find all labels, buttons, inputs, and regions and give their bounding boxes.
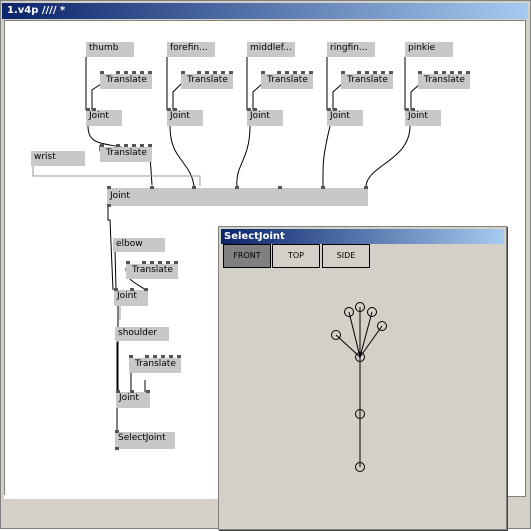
node-label: Joint xyxy=(170,111,190,121)
joint-node-forefinger[interactable]: Joint xyxy=(167,110,203,126)
iobox-shoulder[interactable]: shoulder xyxy=(115,327,169,341)
node-label: Joint xyxy=(119,393,139,403)
iobox-label: pinkie xyxy=(408,43,436,53)
translate-node-middlefinger[interactable]: Translate xyxy=(261,74,313,89)
iobox-elbow[interactable]: elbow xyxy=(113,238,165,252)
node-label: Translate xyxy=(106,75,147,85)
translate-node-shoulder[interactable]: Translate xyxy=(129,358,181,373)
iobox-middlefinger[interactable]: middlef... xyxy=(247,42,295,57)
iobox-label: thumb xyxy=(89,43,119,53)
selectjoint-node[interactable]: SelectJoint xyxy=(115,432,175,449)
iobox-label: ringfin... xyxy=(330,43,368,53)
node-label: Joint xyxy=(89,111,109,121)
joint-node-thumb[interactable]: Joint xyxy=(86,110,122,126)
node-label: Translate xyxy=(187,75,228,85)
iobox-forefinger[interactable]: forefin... xyxy=(167,42,215,57)
iobox-label: wrist xyxy=(34,152,56,162)
translate-node-thumb[interactable]: Translate xyxy=(100,74,152,89)
iobox-wrist[interactable]: wrist xyxy=(31,151,85,166)
joint-node-middlefinger[interactable]: Joint xyxy=(247,110,283,126)
node-label: Joint xyxy=(110,191,130,201)
iobox-pinkie[interactable]: pinkie xyxy=(405,42,453,57)
translate-node-elbow[interactable]: Translate xyxy=(126,264,178,279)
iobox-label: shoulder xyxy=(118,328,158,338)
translate-node-ringfinger[interactable]: Translate xyxy=(341,74,393,89)
node-label: Joint xyxy=(408,111,428,121)
node-label: Translate xyxy=(106,148,147,158)
node-label: Translate xyxy=(135,359,176,369)
iobox-label: middlef... xyxy=(250,43,292,53)
translate-node-wrist[interactable]: Translate xyxy=(100,147,152,162)
node-label: Translate xyxy=(267,75,308,85)
node-label: Joint xyxy=(117,291,137,301)
node-label: SelectJoint xyxy=(118,433,166,443)
node-label: Translate xyxy=(424,75,465,85)
translate-node-pinkie[interactable]: Translate xyxy=(418,74,470,89)
iobox-thumb[interactable]: thumb xyxy=(86,42,134,57)
node-label: Translate xyxy=(347,75,388,85)
selectjoint-window: SelectJoint FRONT TOP SIDE xyxy=(218,226,507,530)
node-label: Joint xyxy=(250,111,270,121)
iobox-ringfinger[interactable]: ringfin... xyxy=(327,42,375,57)
node-label: Translate xyxy=(132,265,173,275)
joint-node-elbow[interactable]: Joint xyxy=(114,290,148,306)
translate-node-forefinger[interactable]: Translate xyxy=(181,74,233,89)
joint-node-shoulder[interactable]: Joint xyxy=(116,392,150,408)
iobox-label: forefin... xyxy=(170,43,208,53)
joint-node-pinkie[interactable]: Joint xyxy=(405,110,441,126)
iobox-label: elbow xyxy=(116,239,143,249)
skeleton-view[interactable] xyxy=(219,227,506,529)
node-label: Joint xyxy=(330,111,350,121)
joint-node-hand[interactable]: Joint xyxy=(107,188,368,206)
joint-node-ringfinger[interactable]: Joint xyxy=(327,110,363,126)
